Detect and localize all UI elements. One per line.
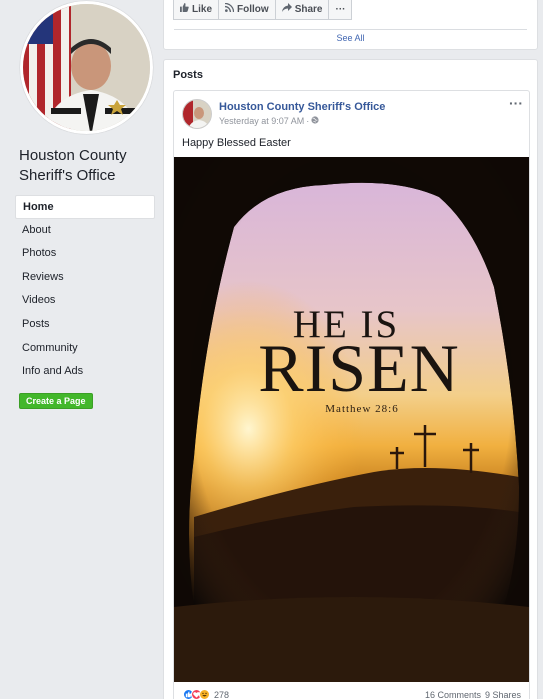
shares-count-link[interactable]: 9 Shares bbox=[485, 690, 521, 699]
post-author-avatar[interactable] bbox=[182, 99, 212, 129]
post-author-name[interactable]: Houston County Sheriff's Office bbox=[219, 101, 385, 113]
thumbs-up-icon bbox=[180, 3, 189, 15]
nav-item-videos[interactable]: Videos bbox=[15, 289, 155, 313]
page-actions-card: Like Follow Share ··· See All bbox=[163, 0, 538, 50]
engagement-summary: 16 Comments 9 Shares bbox=[425, 690, 521, 699]
follow-label: Follow bbox=[237, 3, 269, 15]
follow-page-button[interactable]: Follow bbox=[219, 0, 276, 20]
post-options-button[interactable]: ··· bbox=[509, 95, 523, 111]
easter-image-graphic: HE IS RISEN Matthew 28:6 bbox=[174, 157, 529, 682]
page-navigation: Home About Photos Reviews Videos Posts C… bbox=[15, 195, 155, 384]
post-text: Happy Blessed Easter bbox=[182, 137, 291, 149]
nav-item-info-and-ads[interactable]: Info and Ads bbox=[15, 360, 155, 384]
post-image[interactable]: HE IS RISEN Matthew 28:6 bbox=[174, 157, 529, 682]
nav-item-reviews[interactable]: Reviews bbox=[15, 266, 155, 290]
share-page-button[interactable]: Share bbox=[275, 0, 330, 20]
reaction-summary[interactable]: 278 bbox=[183, 689, 229, 699]
post-meta: Yesterday at 9:07 AM · bbox=[219, 116, 319, 126]
image-title-line-2: RISEN bbox=[258, 330, 459, 406]
rss-icon bbox=[224, 2, 235, 15]
more-label: ··· bbox=[335, 3, 346, 15]
meta-separator: · bbox=[306, 116, 310, 126]
haha-reaction-icon bbox=[199, 689, 210, 699]
image-scripture-reference: Matthew 28:6 bbox=[325, 403, 398, 415]
left-sidebar: Houston County Sheriff's Office Home Abo… bbox=[0, 0, 163, 699]
nav-item-community[interactable]: Community bbox=[15, 337, 155, 361]
avatar-graphic bbox=[183, 100, 211, 128]
reaction-count: 278 bbox=[214, 689, 230, 699]
comments-count-link[interactable]: 16 Comments bbox=[425, 690, 481, 699]
nav-item-home[interactable]: Home bbox=[15, 195, 155, 219]
nav-item-posts[interactable]: Posts bbox=[15, 313, 155, 337]
like-page-button[interactable]: Like bbox=[173, 0, 220, 20]
see-all-link[interactable]: See All bbox=[336, 33, 364, 43]
nav-item-photos[interactable]: Photos bbox=[15, 242, 155, 266]
page-action-bar: Like Follow Share ··· bbox=[173, 0, 353, 20]
post-timestamp[interactable]: Yesterday at 9:07 AM bbox=[219, 116, 304, 126]
page-title[interactable]: Houston County Sheriff's Office bbox=[19, 146, 159, 186]
nav-item-about[interactable]: About bbox=[15, 219, 155, 243]
share-label: Share bbox=[294, 3, 323, 15]
profile-photo-graphic bbox=[23, 4, 150, 131]
create-page-button[interactable]: Create a Page bbox=[19, 393, 93, 409]
post-card: Houston County Sheriff's Office Yesterda… bbox=[173, 90, 530, 699]
posts-heading: Posts bbox=[173, 69, 203, 81]
see-all-row: See All bbox=[174, 29, 527, 44]
globe-icon bbox=[311, 116, 319, 126]
posts-section: Posts Houston County Sheriff's Office Ye… bbox=[163, 59, 538, 699]
more-options-button[interactable]: ··· bbox=[329, 0, 353, 20]
share-arrow-icon bbox=[281, 3, 292, 15]
profile-picture[interactable] bbox=[20, 1, 153, 134]
like-label: Like bbox=[192, 3, 213, 15]
